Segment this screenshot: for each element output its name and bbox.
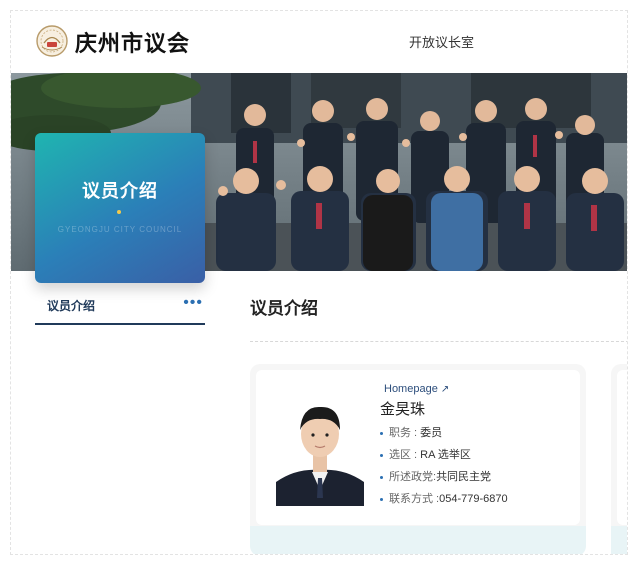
info-party: 所述政党:共同民主党: [380, 466, 508, 488]
member-card[interactable]: 金旲珠 职务 : 委员 选区 : RA 选举区 所述政党:共同民主党 联系方式 …: [250, 364, 586, 554]
decorative-dot: [117, 210, 121, 214]
member-photo: [276, 390, 364, 506]
page-frame: 庆州市议会 开放议长室 议员介绍 GYEONGJU CITY COUNCIL 议…: [10, 10, 628, 555]
member-card-partial-body: [617, 370, 627, 525]
site-header: 庆州市议会 开放议长室: [11, 11, 627, 73]
member-card-partial-bar: [611, 526, 627, 554]
section-card-title: 议员介绍: [82, 181, 158, 201]
section-card-subtitle: GYEONGJU CITY COUNCIL: [57, 225, 183, 234]
site-title[interactable]: 庆州市议会: [75, 26, 190, 58]
homepage-bar: [250, 526, 586, 554]
member-info-list: 职务 : 委员 选区 : RA 选举区 所述政党:共同民主党 联系方式 :054…: [380, 422, 508, 510]
title-divider: [250, 341, 627, 342]
member-name: 金旲珠: [380, 401, 426, 418]
sidebar-item-label: 议员介绍: [47, 299, 96, 313]
external-link-icon: ↗: [440, 384, 450, 395]
council-seal-icon[interactable]: [35, 24, 69, 58]
info-district: 选区 : RA 选举区: [380, 444, 508, 466]
sidebar-item-member-intro[interactable]: 议员介绍 •••: [35, 293, 205, 325]
info-position: 职务 : 委员: [380, 422, 508, 444]
section-title-card: 议员介绍 GYEONGJU CITY COUNCIL: [35, 133, 205, 283]
page-title: 议员介绍: [250, 299, 318, 318]
info-contact: 联系方式 :054-779-6870: [380, 488, 508, 510]
member-card-partial[interactable]: [611, 364, 627, 554]
more-dots-icon[interactable]: •••: [183, 294, 203, 312]
open-chairman-office-link[interactable]: 开放议长室: [409, 32, 474, 51]
homepage-link[interactable]: Homepage ↗: [384, 383, 449, 395]
